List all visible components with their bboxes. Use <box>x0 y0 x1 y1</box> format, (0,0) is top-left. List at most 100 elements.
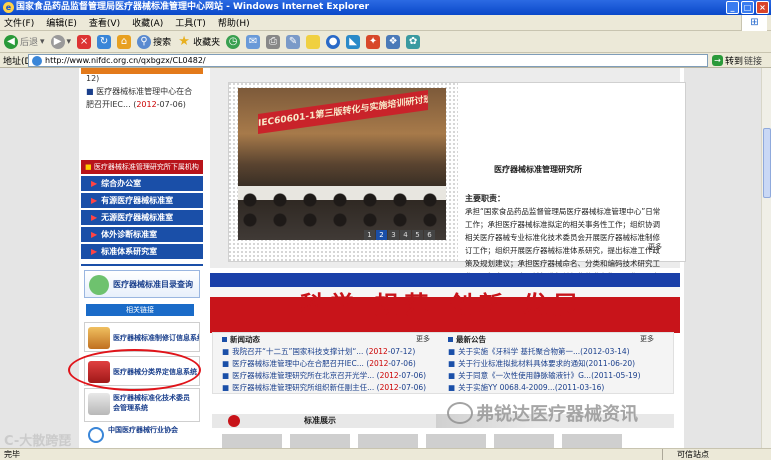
standard-revision-system-link[interactable]: 医疗器械标准制修订信息系统 <box>84 322 200 352</box>
go-button[interactable]: → 转到 <box>712 54 743 67</box>
page-favicon <box>32 56 42 66</box>
slogan-text: 科学 规范 创新 发展 <box>300 291 584 319</box>
standard-thumbnail[interactable] <box>494 434 554 448</box>
refresh-button[interactable]: ↻ <box>97 34 112 49</box>
tool-button-3[interactable]: ✿ <box>406 34 421 49</box>
search-button[interactable]: ⚲ 搜索 <box>137 34 171 49</box>
news-item[interactable]: ■ 医疗器械标准管理中心在合肥召开IEC... (2012-07-06) <box>222 358 444 369</box>
toolbar: ◀ 后退 ▾ ▶ ▾ × ↻ ⌂ ⚲ 搜索 ★ 收藏夹 ◷ ✉ ⎙ ✎ ● ◣ … <box>0 31 771 53</box>
menu-bar: 文件(F) 编辑(E) 查看(V) 收藏(A) 工具(T) 帮助(H) <box>0 15 771 31</box>
vertical-scrollbar[interactable] <box>761 68 771 448</box>
pager-item-active[interactable]: 2 <box>376 230 387 240</box>
watermark-text: 弗锐达医疗器械资讯 <box>476 404 638 425</box>
committee-icon <box>88 393 110 415</box>
standard-catalog-query-button[interactable]: 医疗器械标准目录查询 <box>84 270 200 298</box>
duty-label: 主要职责： <box>465 194 505 203</box>
feature-more-link[interactable]: 更多 <box>648 242 662 252</box>
forward-button[interactable]: ▶ ▾ <box>50 34 71 49</box>
tool-button-2[interactable]: ❖ <box>386 34 401 49</box>
left-news-item[interactable]: 12) <box>86 72 198 85</box>
address-input[interactable]: http://www.nifdc.org.cn/qxbgzx/CL0482/ <box>28 54 708 67</box>
notice-item[interactable]: ■ 关于同意《一次性使用静脉输液针》G...(2011-05-19) <box>448 370 670 381</box>
related-links-bar[interactable]: 相关链接 <box>86 304 194 316</box>
star-icon: ★ <box>178 33 190 49</box>
stop-button[interactable]: × <box>77 34 92 49</box>
pager-item[interactable]: 4 <box>400 230 411 240</box>
edit-icon: ✎ <box>286 34 301 49</box>
notice-item[interactable]: ■ 关于实施YY 0068.4-2009...(2011-03-16) <box>448 382 670 393</box>
menu-view[interactable]: 查看(V) <box>89 16 120 29</box>
notice-item[interactable]: ■ 关于行业标准拟批材料具体要求的通知(2011-06-20) <box>448 358 670 369</box>
agency-item[interactable]: ▶ 无源医疗器械标准室 <box>81 210 203 226</box>
address-bar: 地址(D) http://www.nifdc.org.cn/qxbgzx/CL0… <box>0 53 771 68</box>
note-button[interactable] <box>306 34 321 49</box>
edit-button[interactable]: ✎ <box>286 34 301 49</box>
standard-thumbnail[interactable] <box>562 434 622 448</box>
favorites-button[interactable]: ★ 收藏夹 <box>177 33 220 49</box>
agency-item[interactable]: ▶ 综合办公室 <box>81 176 203 192</box>
news-item[interactable]: ■ 医疗器械标准管理研究所组织新任副主任... (2012-07-06) <box>222 382 444 393</box>
agency-item[interactable]: ▶ 有源医疗器械标准室 <box>81 193 203 209</box>
wechat-watermark-icon <box>447 402 473 424</box>
menu-favorites[interactable]: 收藏(A) <box>132 16 163 29</box>
menu-file[interactable]: 文件(F) <box>4 16 34 29</box>
mail-button[interactable]: ✉ <box>246 34 261 49</box>
notice-more-link[interactable]: 更多 <box>640 334 654 344</box>
feature-photo[interactable]: IEC60601-1第三版转化与实施培训研讨班第二次工作会议 <box>238 88 446 240</box>
news-item[interactable]: ■ 我院召开“十二五”国家科技支撑计划“... (2012-07-12) <box>222 346 444 357</box>
pager-item[interactable]: 1 <box>364 230 375 240</box>
go-arrow-icon: → <box>712 55 723 66</box>
news-item[interactable]: ■ 医疗器械标准管理研究所在北京召开光学... (2012-07-06) <box>222 370 444 381</box>
research-icon: ◣ <box>346 34 361 49</box>
menu-help[interactable]: 帮助(H) <box>218 16 250 29</box>
notice-item[interactable]: ■ 关于实施《牙科学 基托聚合物第一...(2012-03-14) <box>448 346 670 357</box>
research-button[interactable]: ◣ <box>346 34 361 49</box>
pager-item[interactable]: 6 <box>424 230 435 240</box>
tool-button-1[interactable]: ✦ <box>366 34 381 49</box>
back-button[interactable]: ◀ 后退 ▾ <box>4 34 45 49</box>
highlight-circle <box>68 349 201 391</box>
menu-tools[interactable]: 工具(T) <box>175 16 206 29</box>
standard-thumbnail[interactable] <box>290 434 350 448</box>
agency-header: ■ 医疗器械标准管理研究所下属机构 <box>81 160 203 174</box>
menu-edit[interactable]: 编辑(E) <box>46 16 77 29</box>
print-icon: ⎙ <box>266 34 281 49</box>
pager-item[interactable]: 5 <box>412 230 423 240</box>
messenger-icon: ● <box>326 34 341 49</box>
left-news-list: 12) ■ 医疗器械标准管理中心在合肥召开IEC... (2012-07-06) <box>86 72 198 111</box>
industry-association-link[interactable]: 中国医疗器械行业协会 <box>84 425 200 445</box>
photo-banner-text: IEC60601-1第三版转化与实施培训研讨班第二次工作会议 <box>258 90 428 134</box>
back-dropdown-icon: ▾ <box>40 36 45 47</box>
slogan-banner: 科学 规范 创新 发展 <box>210 273 680 333</box>
left-news-item[interactable]: ■ 医疗器械标准管理中心在合肥召开IEC... (2012-07-06) <box>86 85 198 111</box>
scrollbar-thumb[interactable] <box>763 128 771 198</box>
standard-thumbnail[interactable] <box>222 434 282 448</box>
tech-committee-system-link[interactable]: 医疗器械标准化技术委员会管理系统 <box>84 388 200 422</box>
association-logo-icon <box>88 427 104 443</box>
close-button[interactable]: × <box>756 1 769 14</box>
search-icon: ⚲ <box>137 34 152 49</box>
news-header: 新闻动态 <box>222 334 260 345</box>
status-text: 完毕 <box>4 450 20 459</box>
bookmark-icon: ❖ <box>386 34 401 49</box>
history-button[interactable]: ◷ <box>226 34 241 49</box>
status-bar: 完毕 可信站点 <box>0 448 771 460</box>
pager-item[interactable]: 3 <box>388 230 399 240</box>
minimize-button[interactable]: _ <box>726 1 739 14</box>
forward-arrow-icon: ▶ <box>50 34 65 49</box>
standard-thumbnail[interactable] <box>358 434 418 448</box>
print-button[interactable]: ⎙ <box>266 34 281 49</box>
news-more-link[interactable]: 更多 <box>416 334 430 344</box>
photo-pager: 1 2 3 4 5 6 <box>364 230 435 240</box>
windows-logo-icon: ⊞ <box>741 15 767 31</box>
messenger-button[interactable]: ● <box>326 34 341 49</box>
agency-item[interactable]: ▶ 标准体系研究室 <box>81 244 203 260</box>
links-button[interactable]: 链接 <box>744 54 762 67</box>
security-zone: 可信站点 <box>662 449 709 460</box>
agency-item[interactable]: ▶ 体外诊断标准室 <box>81 227 203 243</box>
maximize-button[interactable]: □ <box>741 1 754 14</box>
refresh-icon: ↻ <box>97 34 112 49</box>
books-icon <box>88 327 110 349</box>
standard-thumbnail[interactable] <box>426 434 486 448</box>
home-button[interactable]: ⌂ <box>117 34 132 49</box>
